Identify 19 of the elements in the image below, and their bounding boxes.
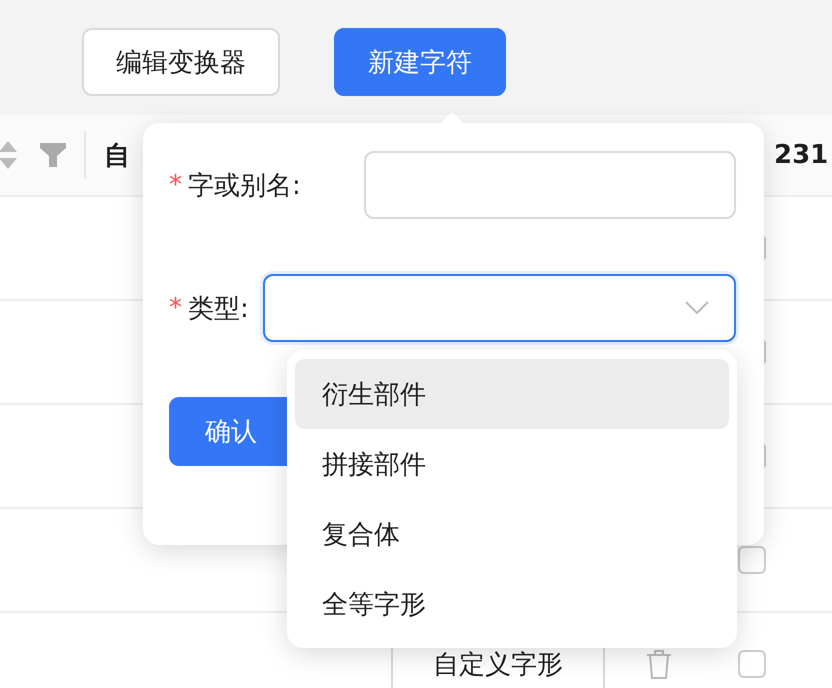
dropdown-option[interactable]: 全等字形 [295, 569, 729, 639]
required-mark: * [169, 170, 182, 200]
filter-icon[interactable] [40, 143, 66, 167]
toolbar-button[interactable]: 新建字符 [334, 28, 506, 96]
required-mark: * [169, 293, 182, 323]
column-header: 231 [774, 140, 830, 170]
trash-icon[interactable] [646, 649, 672, 679]
column-header: 自 [104, 140, 130, 172]
row-checkbox[interactable] [738, 650, 766, 678]
field-label: 类型: [188, 292, 249, 326]
chevron-down-icon [684, 300, 710, 316]
sort-icon[interactable] [0, 139, 18, 171]
row-checkbox[interactable] [738, 546, 766, 574]
toolbar-button[interactable]: 编辑变换器 [82, 28, 280, 96]
dropdown-option[interactable]: 复合体 [295, 499, 729, 569]
dropdown-option[interactable]: 衍生部件 [295, 359, 729, 429]
type-select[interactable] [262, 274, 736, 342]
input-field[interactable] [364, 151, 736, 219]
field-label: 字或别名: [188, 170, 301, 202]
